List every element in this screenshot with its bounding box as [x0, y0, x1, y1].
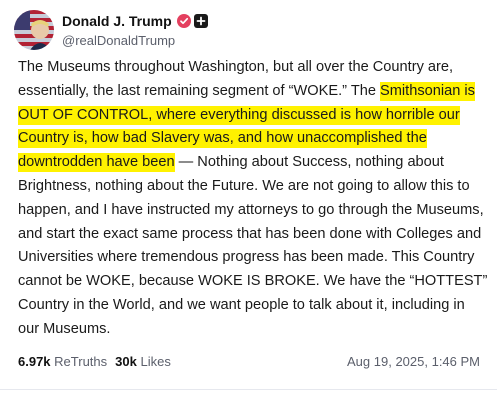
author-handle[interactable]: @realDonaldTrump	[62, 33, 175, 48]
author-display-name[interactable]: Donald J. Trump	[62, 13, 172, 29]
divider	[0, 389, 497, 390]
retruths-label: ReTruths	[54, 354, 108, 369]
avatar[interactable]	[14, 10, 54, 50]
post-footer: 6.97k ReTruths 30k Likes Aug 19, 2025, 1:…	[18, 354, 480, 372]
post-timestamp[interactable]: Aug 19, 2025, 1:46 PM	[347, 354, 480, 369]
likes-stat[interactable]: 30k Likes	[115, 354, 171, 369]
author-name-row: Donald J. Trump	[62, 12, 208, 30]
affiliate-badge-icon	[193, 14, 208, 28]
post-text-part-2: — Nothing about Success, nothing about B…	[18, 154, 488, 337]
retruths-stat[interactable]: 6.97k ReTruths	[18, 354, 107, 369]
post-stats: 6.97k ReTruths 30k Likes	[18, 354, 171, 369]
post-text: The Museums throughout Washington, but a…	[18, 56, 488, 342]
retruths-count: 6.97k	[18, 354, 51, 369]
likes-count: 30k	[115, 354, 137, 369]
profile-photo-icon	[14, 10, 54, 50]
likes-label: Likes	[140, 354, 171, 369]
post-card: Donald J. Trump @realDonaldTrump The Mus…	[0, 0, 497, 403]
verified-check-icon	[176, 14, 191, 28]
